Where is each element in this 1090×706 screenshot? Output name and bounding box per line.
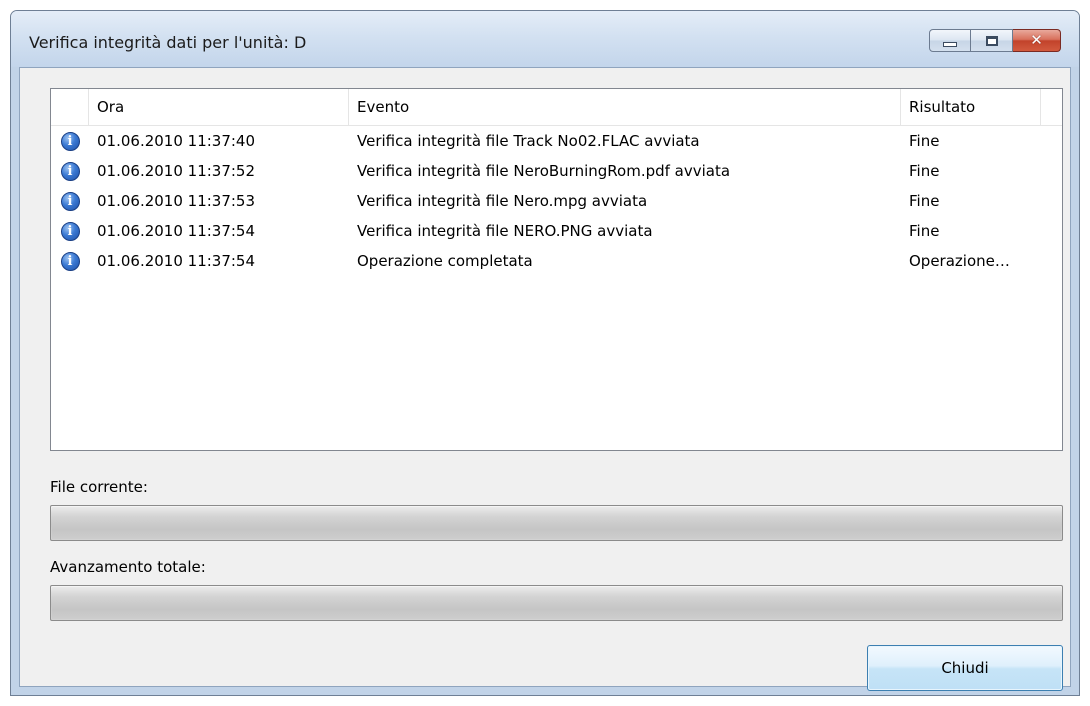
title-bar[interactable]: Verifica integrità dati per l'unità: D ✕ xyxy=(11,11,1079,67)
dialog-window: Verifica integrità dati per l'unità: D ✕… xyxy=(10,10,1080,696)
row-risultato: Fine xyxy=(909,192,940,210)
close-window-button[interactable]: ✕ xyxy=(1013,29,1061,52)
minimize-button[interactable] xyxy=(929,29,971,52)
row-ora: 01.06.2010 11:37:52 xyxy=(97,162,256,180)
row-ora: 01.06.2010 11:37:54 xyxy=(97,222,256,240)
maximize-button[interactable] xyxy=(971,29,1013,52)
column-header-evento[interactable]: Evento xyxy=(349,89,901,125)
column-header-filler xyxy=(1041,89,1062,125)
row-evento: Verifica integrità file Track No02.FLAC … xyxy=(357,132,700,150)
row-ora: 01.06.2010 11:37:40 xyxy=(97,132,256,150)
total-progress-fill xyxy=(52,587,1061,619)
info-icon: i xyxy=(60,161,80,181)
list-rows: i 01.06.2010 11:37:40 Verifica integrità f… xyxy=(51,126,1062,276)
row-risultato: Fine xyxy=(909,132,940,150)
minimize-icon xyxy=(943,42,957,47)
row-icon-cell: i xyxy=(51,191,89,211)
info-icon: i xyxy=(60,221,80,241)
row-icon-cell: i xyxy=(51,161,89,181)
list-item[interactable]: i 01.06.2010 11:37:52 Verifica integrità f… xyxy=(51,156,1062,186)
dialog-client-area: Ora Evento Risultato i 01.06.2010 11:37:4… xyxy=(19,67,1071,691)
row-icon-cell: i xyxy=(51,131,89,151)
row-icon-cell: i xyxy=(51,221,89,241)
total-progress-bar xyxy=(50,585,1063,621)
column-header-ora[interactable]: Ora xyxy=(89,89,349,125)
caption-buttons: ✕ xyxy=(929,29,1061,52)
row-evento: Verifica integrità file NeroBurningRom.p… xyxy=(357,162,731,180)
list-item[interactable]: i 01.06.2010 11:37:53 Verifica integrità f… xyxy=(51,186,1062,216)
event-list[interactable]: Ora Evento Risultato i 01.06.2010 11:37:4… xyxy=(50,88,1063,451)
window-title: Verifica integrità dati per l'unità: D xyxy=(29,33,307,52)
row-ora: 01.06.2010 11:37:53 xyxy=(97,192,256,210)
list-item[interactable]: i 01.06.2010 11:37:54 Verifica integrità f… xyxy=(51,216,1062,246)
column-header-icon[interactable] xyxy=(51,89,89,125)
row-icon-cell: i xyxy=(51,251,89,271)
current-file-progress-bar xyxy=(50,505,1063,541)
info-icon: i xyxy=(60,191,80,211)
row-evento: Verifica integrità file Nero.mpg avviata xyxy=(357,192,648,210)
list-item[interactable]: i 01.06.2010 11:37:54 Operazione completat… xyxy=(51,246,1062,276)
row-evento: Verifica integrità file NERO.PNG avviata xyxy=(357,222,653,240)
info-icon: i xyxy=(60,131,80,151)
row-risultato: Operazione… xyxy=(909,252,1010,270)
maximize-icon xyxy=(985,35,998,46)
row-risultato: Fine xyxy=(909,162,940,180)
row-evento: Operazione completata xyxy=(357,252,533,270)
current-file-label: File corrente: xyxy=(50,478,148,496)
row-risultato: Fine xyxy=(909,222,940,240)
total-progress-label: Avanzamento totale: xyxy=(50,558,206,576)
list-item[interactable]: i 01.06.2010 11:37:40 Verifica integrità f… xyxy=(51,126,1062,156)
close-button[interactable]: Chiudi xyxy=(867,645,1063,691)
close-icon: ✕ xyxy=(1030,31,1043,49)
info-icon: i xyxy=(60,251,80,271)
row-ora: 01.06.2010 11:37:54 xyxy=(97,252,256,270)
column-header-risultato[interactable]: Risultato xyxy=(901,89,1041,125)
list-header: Ora Evento Risultato xyxy=(51,89,1062,126)
current-file-progress-fill xyxy=(52,507,1061,539)
